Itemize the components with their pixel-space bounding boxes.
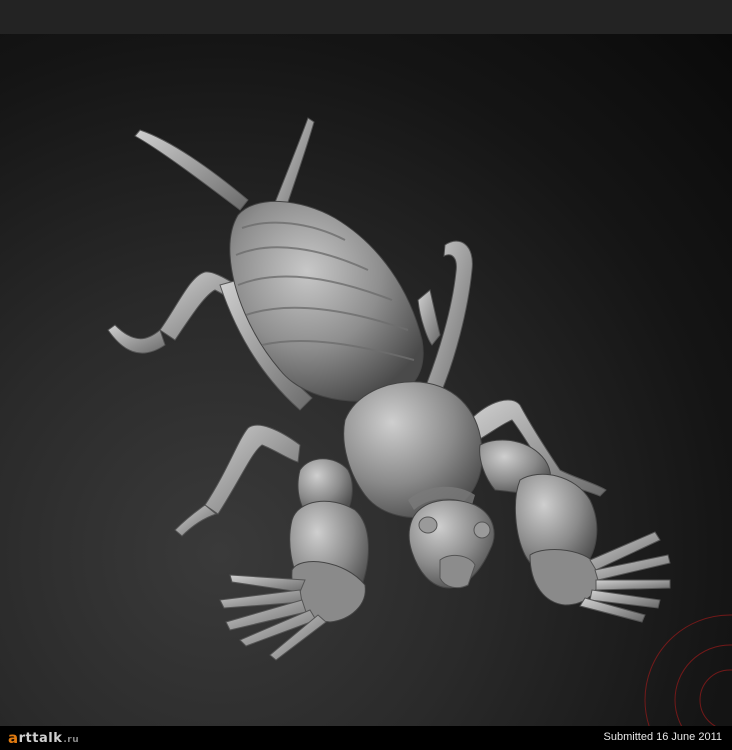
logo-domain: .ru [63, 734, 80, 745]
footer-bar: a rttalk .ru Submitted 16 June 2011 [0, 726, 732, 750]
head [408, 499, 495, 589]
top-bar [0, 0, 732, 34]
left-fore-leg [219, 458, 369, 661]
right-hind-leg [417, 240, 473, 396]
gizmo-rings [644, 614, 732, 726]
left-middle-leg [174, 424, 301, 537]
logo-a: a [8, 729, 19, 747]
insect-sculpt-render [107, 117, 732, 726]
logo-text: rttalk [18, 730, 63, 746]
cerci [134, 117, 315, 211]
abdomen [229, 200, 424, 402]
render-viewport [0, 34, 732, 726]
right-fore-leg [479, 439, 671, 623]
thorax [343, 381, 483, 519]
submitted-date: Submitted 16 June 2011 [603, 731, 722, 743]
artalk-logo[interactable]: a rttalk .ru [8, 729, 79, 747]
